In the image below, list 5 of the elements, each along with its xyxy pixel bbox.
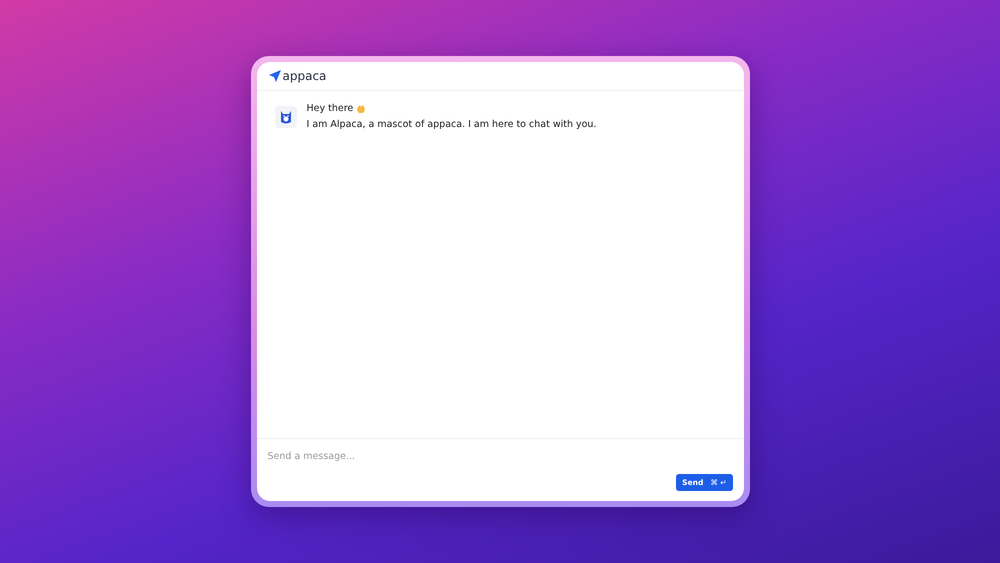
alpaca-avatar-icon	[274, 106, 296, 128]
paper-plane-icon	[268, 70, 280, 82]
greeting-text: Hey there	[306, 103, 354, 114]
message-text: I am Alpaca, a mascot of appaca. I am here to chat with you.	[306, 119, 596, 130]
brand-name: appaca	[282, 69, 326, 83]
